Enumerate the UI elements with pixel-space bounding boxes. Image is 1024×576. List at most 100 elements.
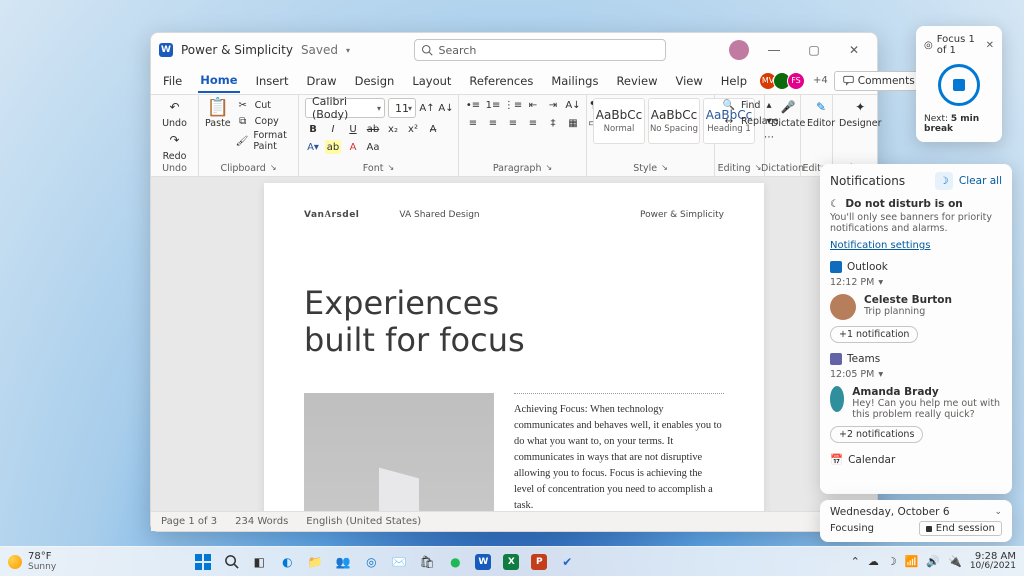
tab-draw[interactable]: Draw [305, 70, 339, 92]
dnd-tray-icon[interactable]: ☽ [887, 555, 897, 568]
tab-view[interactable]: View [673, 70, 704, 92]
font-name-select[interactable]: Calibri (Body) [305, 98, 385, 118]
notif-item[interactable]: Amanda Brady Hey! Can you help me out wi… [830, 386, 1002, 420]
edge-button[interactable]: ◎ [360, 551, 382, 573]
chevron-down-icon[interactable]: ▾ [878, 369, 883, 380]
strikethrough-button[interactable]: ab [365, 122, 381, 136]
taskbar-search-button[interactable] [220, 551, 242, 573]
dialog-launcher-icon[interactable]: ↘ [661, 163, 668, 174]
taskbar-weather[interactable]: 78°F Sunny [8, 551, 56, 572]
undo-button[interactable]: ↶ Undo [162, 98, 187, 129]
onedrive-icon[interactable]: ☁ [868, 555, 879, 568]
clear-all-button[interactable]: Clear all [959, 175, 1002, 187]
taskbar-clock[interactable]: 9:28 AM 10/6/2021 [970, 551, 1016, 572]
align-center-button[interactable]: ≡ [485, 116, 501, 130]
clear-formatting-button[interactable]: A̶ [425, 122, 441, 136]
editor-button[interactable]: ✎Editor [807, 98, 835, 129]
text-effects-button[interactable]: A▾ [305, 140, 321, 154]
status-page[interactable]: Page 1 of 3 [161, 516, 217, 527]
style-no-spacing[interactable]: AaBbCc No Spacing [648, 98, 700, 144]
status-language[interactable]: English (United States) [306, 516, 421, 527]
start-button[interactable] [192, 551, 214, 573]
underline-button[interactable]: U [345, 122, 361, 136]
minimize-button[interactable]: ― [759, 37, 789, 63]
dialog-launcher-icon[interactable]: ↘ [270, 163, 277, 174]
shrink-font-button[interactable]: A↓ [438, 101, 454, 115]
numbering-button[interactable]: 1≡ [485, 98, 501, 112]
mail-button[interactable]: ✉️ [388, 551, 410, 573]
store-button[interactable]: 🛍 [416, 551, 438, 573]
justify-button[interactable]: ≡ [525, 116, 541, 130]
tab-help[interactable]: Help [719, 70, 749, 92]
tab-home[interactable]: Home [198, 69, 239, 93]
excel-taskbar-button[interactable]: X [500, 551, 522, 573]
superscript-button[interactable]: x² [405, 122, 421, 136]
end-session-button[interactable]: End session [919, 521, 1002, 536]
save-status-chevron-icon[interactable]: ▾ [346, 46, 350, 55]
spotify-button[interactable]: ● [444, 551, 466, 573]
decrease-indent-button[interactable]: ⇤ [525, 98, 541, 112]
increase-indent-button[interactable]: ⇥ [545, 98, 561, 112]
file-explorer-button[interactable]: 📁 [304, 551, 326, 573]
word-taskbar-button[interactable]: W [472, 551, 494, 573]
focus-timer[interactable] [938, 64, 980, 106]
align-left-button[interactable]: ≡ [465, 116, 481, 130]
notification-settings-link[interactable]: Notification settings [830, 240, 1002, 251]
volume-icon[interactable]: 🔊 [926, 555, 940, 568]
close-icon[interactable]: ✕ [986, 40, 994, 51]
user-avatar[interactable] [729, 40, 749, 60]
widgets-button[interactable]: ◐ [276, 551, 298, 573]
chevron-down-icon[interactable]: ▾ [878, 277, 883, 288]
dialog-launcher-icon[interactable]: ↘ [387, 163, 394, 174]
status-word-count[interactable]: 234 Words [235, 516, 288, 527]
battery-icon[interactable]: 🔌 [948, 555, 962, 568]
maximize-button[interactable]: ▢ [799, 37, 829, 63]
change-case-button[interactable]: Aa [365, 140, 381, 154]
notif-more-button[interactable]: +2 notifications [830, 426, 923, 443]
dialog-launcher-icon[interactable]: ↘ [545, 163, 552, 174]
font-color-button[interactable]: A [345, 140, 361, 154]
italic-button[interactable]: I [325, 122, 341, 136]
presence-stack[interactable]: MV FS [763, 72, 805, 90]
chevron-down-icon[interactable]: ⌄ [994, 507, 1002, 517]
bullets-button[interactable]: •≡ [465, 98, 481, 112]
redo-button[interactable]: ↷ Redo [163, 131, 187, 162]
bold-button[interactable]: B [305, 122, 321, 136]
align-right-button[interactable]: ≡ [505, 116, 521, 130]
teams-taskbar-button[interactable]: 👥 [332, 551, 354, 573]
sort-button[interactable]: A↓ [565, 98, 581, 112]
tab-insert[interactable]: Insert [254, 70, 291, 92]
cut-button[interactable]: ✂Cut [235, 98, 292, 112]
close-button[interactable]: ✕ [839, 37, 869, 63]
line-spacing-button[interactable]: ‡ [545, 116, 561, 130]
font-size-select[interactable]: 11 [388, 98, 416, 118]
subscript-button[interactable]: x₂ [385, 122, 401, 136]
todo-button[interactable]: ✔ [556, 551, 578, 573]
search-box[interactable]: Search [414, 39, 666, 61]
notif-item[interactable]: Celeste Burton Trip planning [830, 294, 1002, 320]
designer-button[interactable]: ✦Designer [839, 98, 882, 129]
multilevel-button[interactable]: ⋮≡ [505, 98, 521, 112]
paste-button[interactable]: 📋 Paste [205, 98, 231, 129]
tray-chevron-icon[interactable]: ⌃ [851, 555, 860, 568]
taskview-button[interactable]: ◧ [248, 551, 270, 573]
tab-review[interactable]: Review [614, 70, 659, 92]
style-normal[interactable]: AaBbCc Normal [593, 98, 645, 144]
presence-more[interactable]: +4 [813, 75, 828, 86]
wifi-icon[interactable]: 📶 [905, 555, 919, 568]
copy-button[interactable]: ⧉Copy [235, 114, 292, 128]
dnd-toggle-icon[interactable]: ☽ [935, 172, 953, 190]
grow-font-button[interactable]: A↑ [419, 101, 435, 115]
tab-mailings[interactable]: Mailings [549, 70, 600, 92]
page[interactable]: VanArsdel VA Shared Design Power & Simpl… [264, 183, 764, 511]
tab-references[interactable]: References [467, 70, 535, 92]
find-button[interactable]: 🔍Find [721, 98, 760, 112]
tab-design[interactable]: Design [353, 70, 397, 92]
highlight-button[interactable]: ab [325, 140, 341, 154]
format-painter-button[interactable]: 🖌Format Paint [235, 130, 292, 152]
shading-button[interactable]: ▦ [565, 116, 581, 130]
tab-layout[interactable]: Layout [410, 70, 453, 92]
comments-button[interactable]: Comments [834, 71, 924, 91]
notif-more-button[interactable]: +1 notification [830, 326, 918, 343]
tab-file[interactable]: File [161, 70, 184, 92]
